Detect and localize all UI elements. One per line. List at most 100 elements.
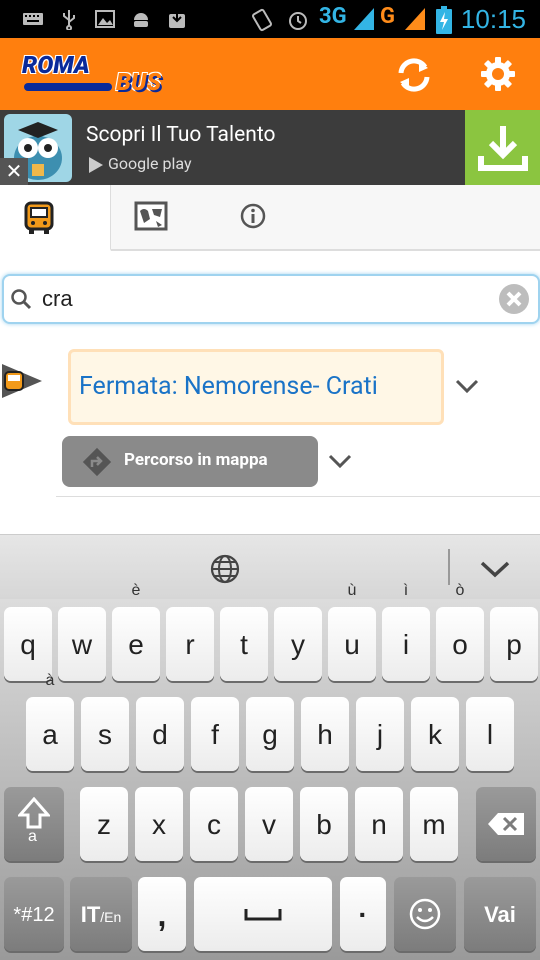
key-label-e: e	[128, 629, 144, 660]
refresh-icon[interactable]	[395, 56, 433, 94]
key-m[interactable]: m	[410, 787, 458, 861]
key-w[interactable]: w	[58, 607, 106, 681]
shift-key[interactable]: a	[4, 787, 64, 861]
key-f[interactable]: f	[191, 697, 239, 771]
key-label-h: h	[317, 719, 333, 750]
ad-download-button[interactable]	[465, 110, 540, 185]
key-label-p: p	[506, 629, 522, 660]
symbols-key[interactable]: *#12	[4, 877, 64, 951]
key-n[interactable]: n	[355, 787, 403, 861]
key-label-w: w	[71, 629, 93, 660]
key-j[interactable]: j	[356, 697, 404, 771]
android-icon	[134, 13, 148, 27]
status-time: 10:15	[460, 4, 526, 34]
ad-close-button[interactable]: ✕	[0, 158, 28, 185]
key-e[interactable]: èe	[112, 582, 160, 681]
download-icon	[169, 11, 185, 28]
image-icon	[95, 10, 115, 28]
space-icon	[244, 909, 282, 921]
symbols-key-label: *#12	[13, 904, 55, 926]
key-i[interactable]: ìi	[382, 582, 430, 681]
key-q[interactable]: q	[4, 607, 52, 681]
usb-icon	[63, 10, 75, 30]
download-arrow-icon	[478, 126, 528, 171]
key-b[interactable]: b	[300, 787, 348, 861]
key-d[interactable]: d	[136, 697, 184, 771]
alarm-icon	[289, 12, 307, 30]
clear-search-icon[interactable]	[498, 283, 530, 315]
key-label-n: n	[371, 809, 387, 840]
key-t[interactable]: t	[220, 607, 268, 681]
key-x[interactable]: x	[135, 787, 183, 861]
ad-title: Scopri Il Tuo Talento	[86, 123, 276, 147]
key-label-a: a	[42, 719, 58, 750]
app-bar: ROMA BUS	[0, 38, 540, 110]
search-input[interactable]	[40, 282, 484, 316]
period-key[interactable]: ·	[340, 877, 386, 951]
language-key[interactable]: IT/En	[70, 877, 132, 951]
key-label-m: m	[422, 809, 446, 840]
key-label-c: c	[207, 809, 221, 840]
network-3g-label: 3G	[319, 4, 347, 29]
route-button-label: Percorso in mappa	[124, 450, 268, 470]
go-key-label: Vai	[484, 902, 516, 927]
key-accent-u: ù	[347, 582, 357, 599]
signal-icon-2	[405, 8, 425, 30]
key-y[interactable]: y	[274, 607, 322, 681]
key-l[interactable]: l	[466, 697, 514, 771]
key-z[interactable]: z	[80, 787, 128, 861]
key-k[interactable]: k	[411, 697, 459, 771]
emoji-key[interactable]	[394, 877, 456, 951]
tab-bus[interactable]	[0, 185, 111, 251]
gear-icon[interactable]	[480, 56, 516, 92]
key-v[interactable]: v	[245, 787, 293, 861]
key-h[interactable]: h	[301, 697, 349, 771]
chevron-down-icon-2[interactable]	[328, 453, 352, 469]
divider	[56, 496, 540, 497]
backspace-key[interactable]	[476, 787, 536, 861]
battery-icon	[436, 6, 452, 34]
key-o[interactable]: òo	[436, 582, 484, 681]
key-label-u: u	[344, 629, 360, 660]
go-key[interactable]: Vai	[464, 877, 536, 951]
keyboard: qwèertyùuìiòop àasdfghjkl a zxcvbnm *#12…	[0, 582, 540, 960]
key-label-d: d	[152, 719, 168, 750]
smiley-icon	[409, 898, 441, 930]
vibrate-icon	[252, 8, 272, 32]
key-label-j: j	[376, 719, 384, 750]
chevron-down-icon[interactable]	[455, 378, 479, 394]
search-box[interactable]	[2, 274, 540, 324]
key-label-z: z	[97, 809, 111, 840]
key-p[interactable]: p	[490, 607, 538, 681]
search-bar	[0, 272, 540, 324]
key-s[interactable]: s	[81, 697, 129, 771]
tab-bar	[0, 185, 540, 251]
map-icon	[134, 201, 168, 231]
key-label-r: r	[185, 629, 195, 660]
directions-icon	[82, 447, 112, 477]
key-u[interactable]: ùu	[328, 582, 376, 681]
key-a[interactable]: àa	[26, 672, 74, 771]
key-label-v: v	[262, 809, 276, 840]
period-key-label: ·	[358, 899, 368, 930]
language-key-sub: /En	[100, 909, 122, 925]
route-map-button[interactable]: Percorso in mappa	[62, 436, 318, 487]
logo-underline	[24, 83, 112, 91]
ad-banner[interactable]: ✕ Scopri Il Tuo Talento Google play	[0, 110, 540, 185]
key-c[interactable]: c	[190, 787, 238, 861]
stop-result-item[interactable]: Fermata: Nemorense- Crati	[68, 349, 444, 425]
tab-map[interactable]	[134, 185, 170, 249]
comma-key[interactable]: ,	[138, 877, 186, 951]
svg-text:a: a	[28, 828, 37, 843]
key-label-f: f	[211, 719, 219, 750]
globe-icon[interactable]	[209, 553, 241, 585]
tab-info[interactable]	[240, 185, 268, 249]
key-label-g: g	[262, 719, 278, 750]
key-g[interactable]: g	[246, 697, 294, 771]
key-label-o: o	[452, 629, 468, 660]
space-key[interactable]	[194, 877, 332, 951]
key-label-y: y	[291, 629, 305, 660]
key-r[interactable]: r	[166, 607, 214, 681]
hide-keyboard-icon[interactable]	[479, 559, 511, 579]
search-icon	[11, 289, 32, 310]
